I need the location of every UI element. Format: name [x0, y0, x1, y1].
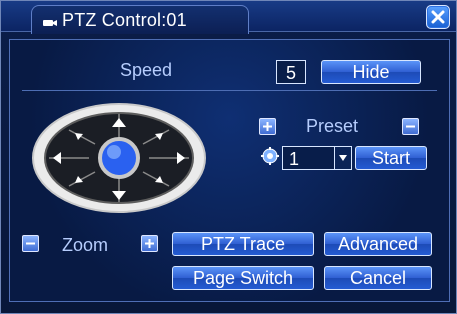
cancel-button[interactable]: Cancel: [324, 266, 432, 290]
zoom-in-button[interactable]: [141, 235, 158, 252]
preset-remove-button[interactable]: [402, 118, 419, 135]
ptz-trace-button[interactable]: PTZ Trace: [172, 232, 314, 256]
title-tab: PTZ Control:01: [31, 5, 249, 34]
advanced-button[interactable]: Advanced: [324, 232, 432, 256]
plus-icon: [263, 122, 272, 131]
gear-icon[interactable]: [260, 146, 280, 166]
preset-selected-value: 1: [289, 149, 300, 169]
content-panel: Speed 5 Hide Preset 1 Start Zoom PTZ Tra…: [9, 39, 450, 302]
start-button[interactable]: Start: [355, 146, 427, 170]
speed-input[interactable]: 5: [276, 60, 306, 84]
divider: [22, 90, 437, 91]
minus-icon: [26, 242, 35, 245]
title-bar: PTZ Control:01: [1, 1, 456, 34]
camera-icon: [42, 15, 58, 26]
page-switch-button[interactable]: Page Switch: [172, 266, 314, 290]
plus-icon: [145, 239, 154, 248]
speed-label: Speed: [120, 60, 173, 80]
preset-select[interactable]: 1: [282, 146, 352, 170]
dpad-center-button: [98, 137, 140, 179]
hide-button[interactable]: Hide: [321, 60, 421, 84]
zoom-label: Zoom: [62, 235, 109, 255]
close-icon: [431, 10, 445, 24]
preset-add-button[interactable]: [259, 118, 276, 135]
close-button[interactable]: [426, 5, 450, 29]
minus-icon: [406, 125, 415, 128]
chevron-down-icon[interactable]: [334, 147, 351, 169]
zoom-out-button[interactable]: [22, 235, 39, 252]
ptz-control-window: PTZ Control:01 Speed 5 Hide Preset 1 Sta…: [0, 0, 457, 314]
preset-label: Preset: [306, 116, 359, 136]
direction-pad[interactable]: [29, 100, 209, 218]
window-title: PTZ Control:01: [62, 10, 187, 30]
